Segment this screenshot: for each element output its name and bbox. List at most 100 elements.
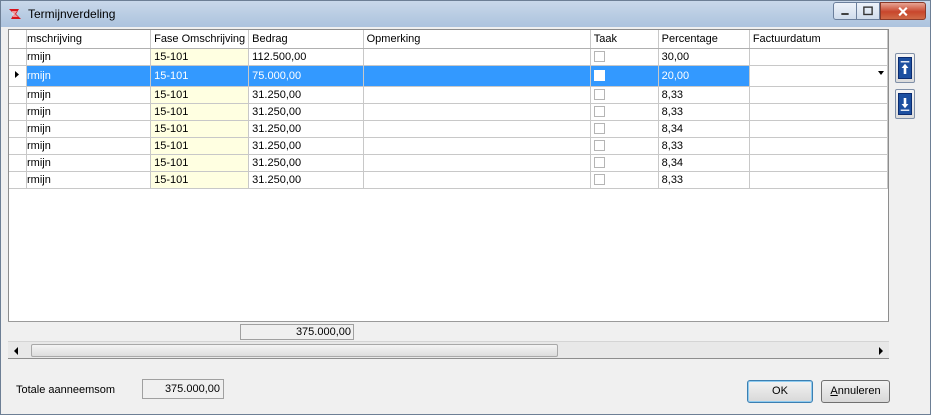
cell-bedrag[interactable]: 31.250,00 [248,154,364,172]
cell-factuurdatum[interactable] [749,154,889,172]
cell-taak[interactable] [590,48,659,66]
cell-percentage[interactable]: 8,34 [658,154,750,172]
cell-fase[interactable]: 15-101 [150,120,250,138]
taak-checkbox[interactable] [593,106,605,118]
cell-factuurdatum[interactable] [749,86,889,104]
cell-taak[interactable] [590,154,659,172]
taak-checkbox[interactable] [593,140,605,152]
cell-omschrijving[interactable]: rmijn [26,154,152,172]
horizontal-scrollbar[interactable] [8,341,889,358]
cell-percentage[interactable]: 8,33 [658,103,750,121]
cell-opmerking[interactable] [363,120,591,138]
cell-fase[interactable]: 15-101 [150,86,250,104]
column-header-bedrag[interactable]: Bedrag [248,30,364,49]
close-window-button[interactable] [880,2,926,20]
cell-omschrijving[interactable]: rmijn [26,137,152,155]
taak-checkbox[interactable] [593,89,605,101]
cell-factuurdatum[interactable] [749,65,889,87]
maximize-button[interactable] [856,2,880,20]
column-header-opmerking[interactable]: Opmerking [363,30,591,49]
taak-checkbox[interactable] [593,174,605,186]
cell-fase[interactable]: 15-101 [150,137,250,155]
cell-bedrag[interactable]: 31.250,00 [248,120,364,138]
table-row[interactable]: rmijn 15-101 31.250,00 8,33 [9,171,889,189]
termijn-grid[interactable]: mschrijving Fase Omschrijving Bedrag Opm… [8,29,889,359]
cell-bedrag[interactable]: 31.250,00 [248,137,364,155]
row-indicator-cell[interactable] [9,154,27,172]
row-indicator-cell[interactable] [9,171,27,189]
taak-checkbox[interactable] [593,157,605,169]
cell-percentage[interactable]: 8,34 [658,120,750,138]
cell-opmerking[interactable] [363,154,591,172]
cell-taak[interactable] [590,171,659,189]
cell-percentage[interactable]: 8,33 [658,137,750,155]
cell-bedrag[interactable]: 31.250,00 [248,171,364,189]
table-row[interactable]: rmijn 15-101 31.250,00 8,33 [9,103,889,121]
cell-fase[interactable]: 15-101 [150,171,250,189]
cell-bedrag[interactable]: 112.500,00 [248,48,364,66]
taak-checkbox[interactable] [593,70,605,82]
chevron-down-icon[interactable] [878,70,884,75]
cell-omschrijving[interactable]: rmijn [26,86,152,104]
cell-fase[interactable]: 15-101 [150,154,250,172]
cell-opmerking[interactable] [363,48,591,66]
cell-opmerking[interactable] [363,103,591,121]
table-row[interactable]: rmijn 15-101 75.000,00 20,00 [9,65,889,87]
cell-fase[interactable]: 15-101 [150,48,250,66]
minimize-button[interactable] [833,2,857,20]
cell-factuurdatum[interactable] [749,103,889,121]
cell-bedrag[interactable]: 31.250,00 [248,103,364,121]
row-indicator-cell[interactable] [9,86,27,104]
cell-factuurdatum[interactable] [749,120,889,138]
cell-omschrijving[interactable]: rmijn [26,120,152,138]
cell-taak[interactable] [590,103,659,121]
cell-omschrijving[interactable]: rmijn [26,171,152,189]
row-indicator-cell[interactable] [9,48,27,66]
cell-taak[interactable] [590,65,659,87]
cell-taak[interactable] [590,86,659,104]
cell-taak[interactable] [590,137,659,155]
table-row[interactable]: rmijn 15-101 112.500,00 30,00 [9,48,889,66]
cell-percentage[interactable]: 20,00 [658,65,750,87]
scrollbar-thumb[interactable] [31,344,558,357]
cell-factuurdatum[interactable] [749,171,889,189]
ok-button[interactable]: OK [747,380,813,403]
cell-taak[interactable] [590,120,659,138]
cell-opmerking[interactable] [363,171,591,189]
column-header-omschrijving[interactable]: mschrijving [26,30,152,49]
cell-bedrag[interactable]: 31.250,00 [248,86,364,104]
table-row[interactable]: rmijn 15-101 31.250,00 8,33 [9,137,889,155]
cell-fase[interactable]: 15-101 [150,65,250,87]
cell-omschrijving[interactable]: rmijn [26,65,152,87]
cell-percentage[interactable]: 8,33 [658,171,750,189]
table-row[interactable]: rmijn 15-101 31.250,00 8,33 [9,86,889,104]
cell-percentage[interactable]: 30,00 [658,48,750,66]
cell-opmerking[interactable] [363,86,591,104]
taak-checkbox[interactable] [593,51,605,63]
cell-opmerking[interactable] [363,65,591,87]
cell-factuurdatum[interactable] [749,48,889,66]
cell-opmerking[interactable] [363,137,591,155]
column-header-percentage[interactable]: Percentage [658,30,750,49]
row-indicator-cell[interactable] [9,103,27,121]
taak-checkbox[interactable] [593,123,605,135]
row-indicator-cell[interactable] [9,137,27,155]
cell-factuurdatum[interactable] [749,137,889,155]
move-up-button[interactable] [895,53,915,83]
row-indicator-cell[interactable] [9,65,27,87]
cell-fase[interactable]: 15-101 [150,103,250,121]
column-header-factuurdatum[interactable]: Factuurdatum [749,30,889,49]
cell-omschrijving[interactable]: rmijn [26,48,152,66]
cell-omschrijving[interactable]: rmijn [26,103,152,121]
move-down-button[interactable] [895,89,915,119]
table-row[interactable]: rmijn 15-101 31.250,00 8,34 [9,120,889,138]
cell-bedrag[interactable]: 75.000,00 [248,65,364,87]
row-indicator-cell[interactable] [9,120,27,138]
cell-percentage[interactable]: 8,33 [658,86,750,104]
scroll-left-icon[interactable] [14,347,18,355]
cancel-button[interactable]: Annuleren [821,380,890,403]
scroll-right-icon[interactable] [879,347,883,355]
column-header-fase[interactable]: Fase Omschrijving [150,30,250,49]
title-bar[interactable]: Termijnverdeling [1,1,930,27]
column-header-taak[interactable]: Taak [590,30,659,49]
